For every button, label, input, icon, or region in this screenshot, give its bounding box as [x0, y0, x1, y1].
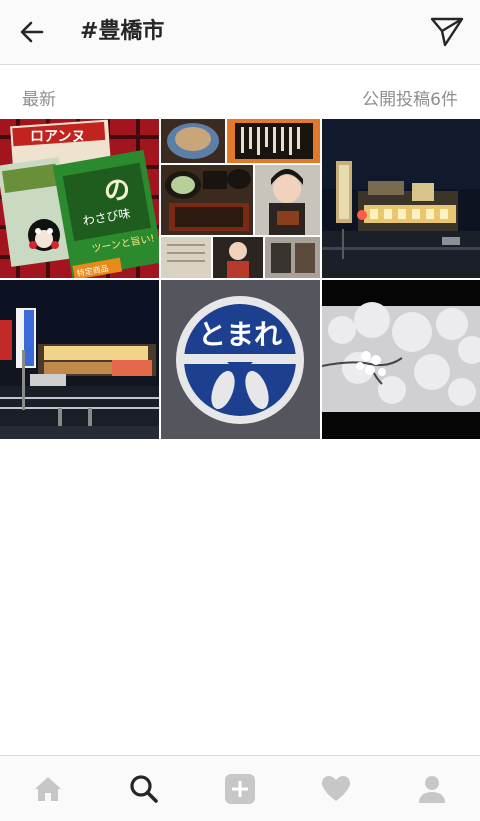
page-title: #豊橋市	[80, 19, 165, 44]
tab-activity[interactable]	[288, 756, 384, 821]
post-filter-bar: 最新 公開投稿6件	[0, 65, 480, 119]
post-thumbnail[interactable]: ロアンヌ の わさび味 ツーンと旨い! 特定商品	[0, 119, 159, 278]
post-image-snacks: ロアンヌ の わさび味 ツーンと旨い! 特定商品	[0, 119, 159, 278]
svg-text:の: の	[104, 176, 130, 206]
paper-plane-icon	[430, 17, 464, 47]
post-thumbnail[interactable]: とまれ	[161, 280, 320, 439]
post-image-restaurant-collage	[161, 119, 320, 278]
home-icon	[35, 776, 61, 801]
tab-new-post[interactable]	[192, 756, 288, 821]
top-app-bar: #豊橋市	[0, 0, 480, 65]
post-image-roadside-night	[0, 280, 159, 439]
public-post-count: 公開投稿6件	[362, 90, 458, 110]
post-image-cherry-blossoms	[322, 280, 480, 439]
post-image-building-night	[322, 119, 480, 278]
tab-profile[interactable]	[384, 756, 480, 821]
post-image-stop-sign: とまれ	[161, 280, 320, 439]
heart-icon	[322, 775, 350, 801]
arrow-left-icon	[20, 21, 44, 43]
snack-brand-text: ロアンヌ	[30, 129, 85, 145]
tab-home[interactable]	[0, 756, 96, 821]
back-button[interactable]	[14, 14, 50, 50]
profile-icon	[419, 775, 445, 803]
add-post-icon	[225, 773, 255, 804]
share-button[interactable]	[428, 14, 466, 50]
post-thumbnail[interactable]	[161, 119, 320, 278]
post-grid: ロアンヌ の わさび味 ツーンと旨い! 特定商品 とまれ	[0, 119, 480, 439]
tab-search[interactable]	[96, 756, 192, 821]
post-thumbnail[interactable]	[322, 119, 480, 278]
post-thumbnail[interactable]	[0, 280, 159, 439]
sort-latest-label[interactable]: 最新	[22, 85, 56, 110]
search-icon	[130, 774, 158, 803]
bottom-tab-bar	[0, 755, 480, 821]
stop-marking-text: とまれ	[198, 318, 282, 351]
post-thumbnail[interactable]	[322, 280, 480, 439]
